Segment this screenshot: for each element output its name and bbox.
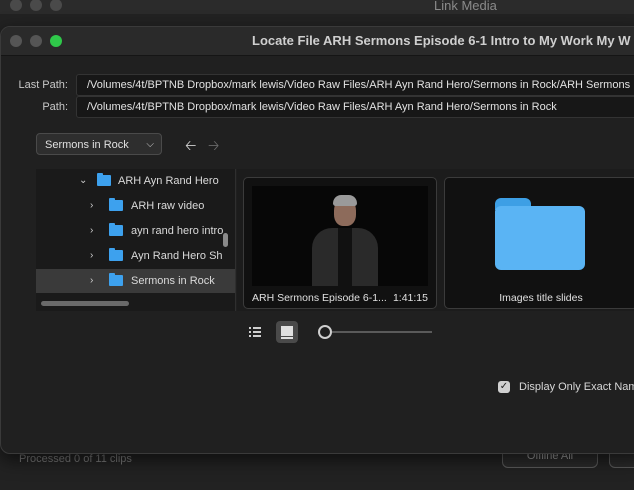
thumbnail-view-icon bbox=[281, 326, 293, 339]
clip-name: ARH Sermons Episode 6-1... bbox=[252, 292, 387, 304]
folder-tile[interactable]: Images title slides bbox=[444, 177, 634, 309]
tree-item-label: Sermons in Rock bbox=[131, 275, 215, 287]
dialog-zoom-button[interactable] bbox=[50, 35, 62, 47]
tree-item-ayn-rand-hero-intro[interactable]: › ayn rand hero intro bbox=[36, 219, 235, 243]
pane-divider[interactable] bbox=[235, 169, 236, 311]
dialog-close-button[interactable] bbox=[10, 35, 22, 47]
folder-name: Images title slides bbox=[499, 292, 583, 304]
folder-icon bbox=[109, 198, 123, 211]
locate-file-dialog: Locate File ARH Sermons Episode 6-1 Intr… bbox=[0, 26, 634, 454]
last-path-field[interactable]: /Volumes/4t/BPTNB Dropbox/mark lewis/Vid… bbox=[76, 74, 634, 96]
display-only-exact-checkbox[interactable]: ✓ bbox=[498, 381, 510, 393]
tree-item-label: ayn rand hero intro bbox=[131, 225, 224, 237]
caret-down-icon[interactable]: ⌄ bbox=[79, 169, 87, 193]
dialog-titlebar: Locate File ARH Sermons Episode 6-1 Intr… bbox=[1, 27, 634, 56]
processed-status: Processed 0 of 11 clips bbox=[19, 453, 132, 465]
chevron-down-icon: ⌵ bbox=[146, 139, 154, 150]
folder-icon bbox=[109, 273, 123, 286]
list-view-button[interactable] bbox=[244, 321, 266, 343]
tree-item-sermons-in-rock[interactable]: › Sermons in Rock bbox=[36, 269, 235, 293]
location-dropdown[interactable]: Sermons in Rock ⌵ bbox=[36, 133, 162, 155]
caret-right-icon[interactable]: › bbox=[90, 219, 93, 243]
thumbnail-size-slider[interactable] bbox=[332, 331, 432, 333]
tree-item-label: ARH raw video bbox=[131, 200, 205, 212]
link-media-titlebar: Link Media bbox=[0, 0, 634, 14]
link-media-title: Link Media bbox=[434, 0, 497, 13]
clip-tile[interactable]: ARH Sermons Episode 6-1... 1:41:15 bbox=[243, 177, 437, 309]
folder-icon bbox=[495, 198, 585, 270]
display-only-exact-label: Display Only Exact Nam bbox=[519, 381, 634, 393]
folder-icon bbox=[97, 173, 111, 186]
tree-item-ayn-rand-hero-sh[interactable]: › Ayn Rand Hero Sh bbox=[36, 244, 235, 268]
close-window-button[interactable] bbox=[10, 0, 22, 11]
dialog-minimize-button[interactable] bbox=[30, 35, 42, 47]
list-view-icon bbox=[249, 327, 261, 337]
tree-horizontal-scrollbar[interactable] bbox=[41, 301, 129, 306]
thumbnail-view-button[interactable] bbox=[276, 321, 298, 343]
tree-item-label: ARH Ayn Rand Hero bbox=[118, 175, 219, 187]
minimize-window-button[interactable] bbox=[30, 0, 42, 11]
tree-item-arh-raw-video[interactable]: › ARH raw video bbox=[36, 194, 235, 218]
thumbnail-pane: ARH Sermons Episode 6-1... 1:41:15 Image… bbox=[237, 169, 634, 311]
path-label: Path: bbox=[42, 101, 68, 113]
forward-arrow-icon[interactable]: 🡢 bbox=[208, 135, 219, 159]
folder-tree: ⌄ ARH Ayn Rand Hero › ARH raw video › ay… bbox=[36, 169, 235, 311]
location-dropdown-value: Sermons in Rock bbox=[45, 139, 129, 151]
tree-vertical-scrollbar[interactable] bbox=[223, 233, 228, 247]
dialog-title: Locate File ARH Sermons Episode 6-1 Intr… bbox=[252, 33, 631, 48]
tree-item-label: Ayn Rand Hero Sh bbox=[131, 250, 223, 262]
caret-right-icon[interactable]: › bbox=[90, 269, 93, 293]
zoom-window-button[interactable] bbox=[50, 0, 62, 11]
back-arrow-icon[interactable]: 🡠 bbox=[185, 135, 196, 159]
thumbnail-size-slider-knob[interactable] bbox=[318, 325, 332, 339]
caret-right-icon[interactable]: › bbox=[90, 244, 93, 268]
folder-icon bbox=[109, 223, 123, 236]
dialog-window-controls bbox=[10, 35, 62, 47]
path-field[interactable]: /Volumes/4t/BPTNB Dropbox/mark lewis/Vid… bbox=[76, 96, 634, 118]
folder-icon bbox=[109, 248, 123, 261]
window-controls bbox=[10, 0, 62, 11]
clip-duration: 1:41:15 bbox=[392, 292, 428, 304]
tree-item-arh-ayn-rand-hero[interactable]: ⌄ ARH Ayn Rand Hero bbox=[36, 169, 235, 193]
caret-right-icon[interactable]: › bbox=[90, 194, 93, 218]
video-thumbnail bbox=[252, 186, 428, 286]
last-path-label: Last Path: bbox=[18, 79, 68, 91]
